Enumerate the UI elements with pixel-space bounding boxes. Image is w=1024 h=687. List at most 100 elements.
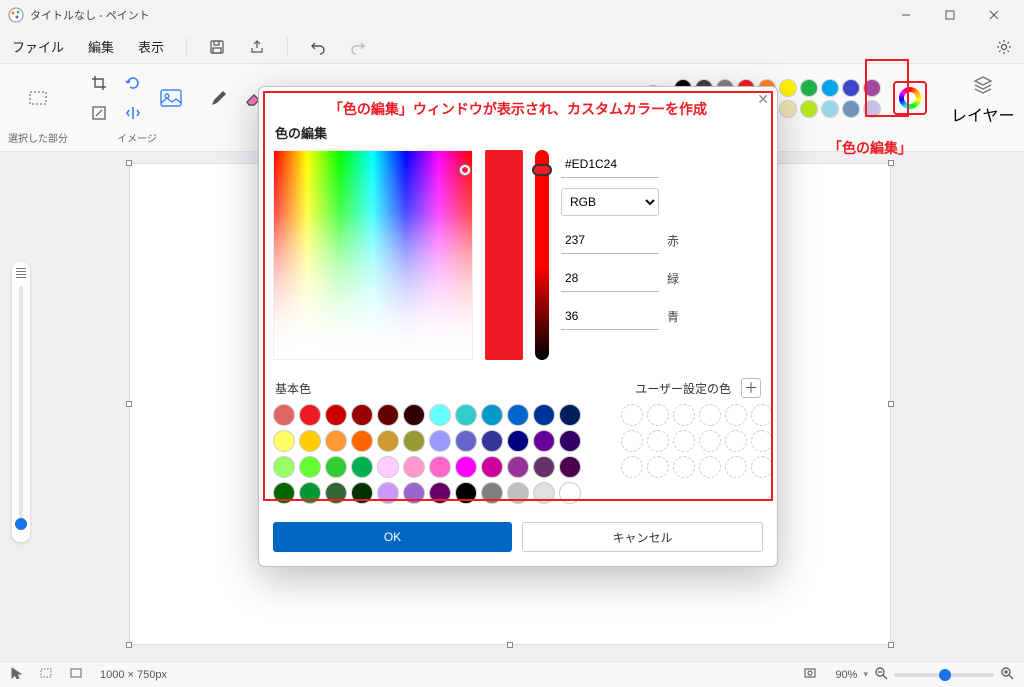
ok-button[interactable]: OK xyxy=(273,522,512,552)
minimize-button[interactable] xyxy=(884,0,928,30)
palette-swatch[interactable] xyxy=(842,79,860,97)
resize-handle[interactable] xyxy=(126,160,132,166)
color-mode-select[interactable]: RGB xyxy=(561,188,659,216)
pencil-icon[interactable] xyxy=(206,85,232,111)
user-color-slot[interactable] xyxy=(673,456,695,478)
basic-color-swatch[interactable] xyxy=(403,482,425,504)
resize-handle[interactable] xyxy=(126,642,132,648)
basic-color-swatch[interactable] xyxy=(273,430,295,452)
palette-swatch[interactable] xyxy=(821,100,839,118)
palette-swatch[interactable] xyxy=(800,100,818,118)
add-user-color-button[interactable]: ＋ xyxy=(741,378,761,398)
resize-handle[interactable] xyxy=(507,642,513,648)
basic-color-swatch[interactable] xyxy=(559,404,581,426)
user-color-slot[interactable] xyxy=(751,404,773,426)
basic-color-swatch[interactable] xyxy=(377,404,399,426)
hue-slider[interactable] xyxy=(535,150,549,360)
user-color-slot[interactable] xyxy=(673,430,695,452)
user-color-slot[interactable] xyxy=(725,430,747,452)
basic-color-swatch[interactable] xyxy=(351,404,373,426)
resize-handle[interactable] xyxy=(888,401,894,407)
basic-color-swatch[interactable] xyxy=(299,482,321,504)
ai-image-icon[interactable] xyxy=(154,81,188,115)
share-button[interactable] xyxy=(245,35,269,59)
user-color-slot[interactable] xyxy=(647,404,669,426)
basic-color-swatch[interactable] xyxy=(351,482,373,504)
user-color-slot[interactable] xyxy=(699,404,721,426)
resize-handle[interactable] xyxy=(888,160,894,166)
rotate-icon[interactable] xyxy=(120,70,146,96)
basic-color-swatch[interactable] xyxy=(533,482,555,504)
user-color-slot[interactable] xyxy=(621,430,643,452)
slider-thumb[interactable] xyxy=(15,518,27,530)
hex-input[interactable] xyxy=(561,150,659,178)
basic-color-swatch[interactable] xyxy=(325,482,347,504)
zoom-thumb[interactable] xyxy=(939,669,951,681)
user-color-slot[interactable] xyxy=(647,430,669,452)
saturation-value-picker[interactable] xyxy=(273,150,473,360)
resize-handle[interactable] xyxy=(126,401,132,407)
fit-screen-icon[interactable] xyxy=(803,666,817,683)
close-button[interactable] xyxy=(972,0,1016,30)
basic-color-swatch[interactable] xyxy=(429,456,451,478)
palette-swatch[interactable] xyxy=(863,100,881,118)
save-button[interactable] xyxy=(205,35,229,59)
basic-color-swatch[interactable] xyxy=(429,482,451,504)
zoom-dropdown-icon[interactable]: ▾ xyxy=(863,669,868,680)
layers-icon[interactable] xyxy=(968,70,998,100)
basic-color-swatch[interactable] xyxy=(533,456,555,478)
basic-color-swatch[interactable] xyxy=(325,456,347,478)
basic-color-swatch[interactable] xyxy=(299,404,321,426)
basic-color-swatch[interactable] xyxy=(455,430,477,452)
cancel-button[interactable]: キャンセル xyxy=(522,522,763,552)
menu-file[interactable]: ファイル xyxy=(8,33,68,60)
basic-color-swatch[interactable] xyxy=(559,482,581,504)
basic-color-swatch[interactable] xyxy=(351,456,373,478)
user-color-slot[interactable] xyxy=(647,456,669,478)
basic-color-swatch[interactable] xyxy=(559,430,581,452)
flip-icon[interactable] xyxy=(120,100,146,126)
basic-color-swatch[interactable] xyxy=(533,404,555,426)
zoom-slider[interactable] xyxy=(894,673,994,677)
palette-swatch[interactable] xyxy=(800,79,818,97)
basic-color-swatch[interactable] xyxy=(273,404,295,426)
user-color-slot[interactable] xyxy=(673,404,695,426)
basic-color-swatch[interactable] xyxy=(429,404,451,426)
green-input[interactable] xyxy=(561,264,659,292)
basic-color-swatch[interactable] xyxy=(299,430,321,452)
menu-edit[interactable]: 編集 xyxy=(84,33,118,60)
basic-color-swatch[interactable] xyxy=(429,430,451,452)
basic-color-swatch[interactable] xyxy=(507,404,529,426)
basic-color-swatch[interactable] xyxy=(351,430,373,452)
user-color-slot[interactable] xyxy=(725,404,747,426)
maximize-button[interactable] xyxy=(928,0,972,30)
hue-thumb[interactable] xyxy=(532,164,552,176)
basic-color-swatch[interactable] xyxy=(533,430,555,452)
menu-view[interactable]: 表示 xyxy=(134,33,168,60)
user-color-slot[interactable] xyxy=(699,456,721,478)
basic-color-swatch[interactable] xyxy=(299,456,321,478)
user-color-slot[interactable] xyxy=(699,430,721,452)
basic-color-swatch[interactable] xyxy=(325,430,347,452)
basic-color-swatch[interactable] xyxy=(403,404,425,426)
dialog-close-button[interactable]: ✕ xyxy=(757,91,769,108)
redo-button[interactable] xyxy=(346,35,370,59)
palette-swatch[interactable] xyxy=(779,100,797,118)
basic-color-swatch[interactable] xyxy=(481,404,503,426)
basic-color-swatch[interactable] xyxy=(507,482,529,504)
basic-color-swatch[interactable] xyxy=(481,456,503,478)
basic-color-swatch[interactable] xyxy=(273,456,295,478)
palette-swatch[interactable] xyxy=(842,100,860,118)
basic-color-swatch[interactable] xyxy=(273,482,295,504)
basic-color-swatch[interactable] xyxy=(507,430,529,452)
basic-color-swatch[interactable] xyxy=(455,482,477,504)
basic-color-swatch[interactable] xyxy=(377,482,399,504)
basic-color-swatch[interactable] xyxy=(481,482,503,504)
basic-color-swatch[interactable] xyxy=(507,456,529,478)
select-rect-icon[interactable] xyxy=(25,85,51,111)
sv-cursor[interactable] xyxy=(460,165,470,175)
basic-color-swatch[interactable] xyxy=(377,456,399,478)
basic-color-swatch[interactable] xyxy=(403,456,425,478)
edit-colors-button[interactable] xyxy=(893,81,927,115)
palette-swatch[interactable] xyxy=(779,79,797,97)
